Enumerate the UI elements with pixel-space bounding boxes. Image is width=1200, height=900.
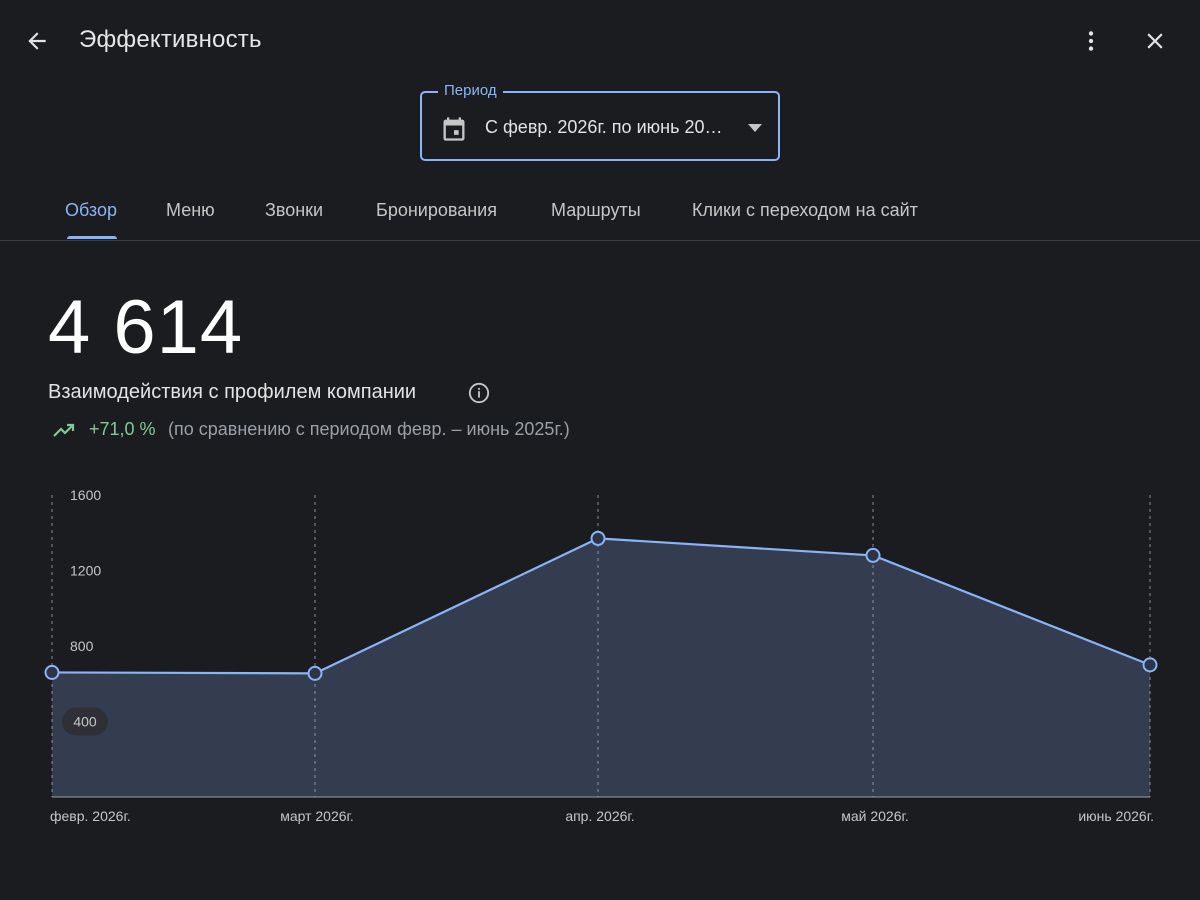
change-percent: +71,0 % (89, 419, 156, 439)
x-tick-label: март 2026г. (280, 808, 354, 824)
active-tab-indicator (67, 236, 117, 239)
total-interactions-value: 4 614 (48, 285, 244, 370)
x-tick-label: июнь 2026г. (1078, 808, 1154, 824)
period-label: Период (438, 82, 503, 99)
close-icon (1147, 33, 1163, 49)
page-title: Эффективность (79, 26, 262, 53)
tab-bar: Обзор Меню Звонки Бронирования Маршруты … (0, 180, 1200, 241)
tab-website-clicks[interactable]: Клики с переходом на сайт (692, 200, 918, 221)
y-tick-label: 1200 (70, 563, 101, 579)
calendar-icon (443, 117, 465, 141)
tab-menu[interactable]: Меню (166, 200, 215, 221)
period-select[interactable]: Период С февр. 2026г. по июнь 20… (420, 82, 780, 161)
x-tick-label: апр. 2026г. (565, 808, 634, 824)
x-tick-label: февр. 2026г. (50, 808, 131, 824)
trending-up-icon (53, 423, 75, 437)
tab-overview[interactable]: Обзор (65, 200, 117, 221)
more-options-button[interactable] (1072, 22, 1110, 60)
metric-label: Взаимодействия с профилем компании (48, 381, 417, 403)
y-tick-label: 1600 (70, 487, 101, 503)
close-button[interactable] (1136, 22, 1174, 60)
x-tick-label: май 2026г. (841, 808, 909, 824)
data-point-1[interactable] (307, 665, 323, 681)
tab-bookings[interactable]: Бронирования (376, 200, 497, 221)
data-point-3[interactable] (865, 547, 881, 563)
tab-directions[interactable]: Маршруты (551, 200, 641, 221)
data-point-4[interactable] (1142, 657, 1158, 673)
info-icon[interactable] (468, 382, 490, 404)
arrow-back-icon (28, 32, 46, 50)
comparison-text: (по сравнению с периодом февр. – июнь 20… (168, 419, 570, 439)
interactions-area-chart[interactable]: 1600 1200 800 400 февр. 2026г. март 2026г. ап… (0, 470, 1200, 840)
y-tick-label: 400 (73, 714, 97, 730)
chevron-down-icon (748, 124, 762, 132)
period-value: С февр. 2026г. по июнь 20… (485, 117, 723, 137)
back-button[interactable] (18, 22, 56, 60)
tab-calls[interactable]: Звонки (265, 200, 323, 221)
y-tick-label: 800 (70, 638, 94, 654)
more-vert-icon (1088, 31, 1094, 51)
top-app-bar: Эффективность (0, 0, 1200, 80)
chart-area-fill (52, 538, 1150, 797)
data-point-2[interactable] (590, 530, 606, 546)
data-point-0[interactable] (44, 664, 60, 680)
